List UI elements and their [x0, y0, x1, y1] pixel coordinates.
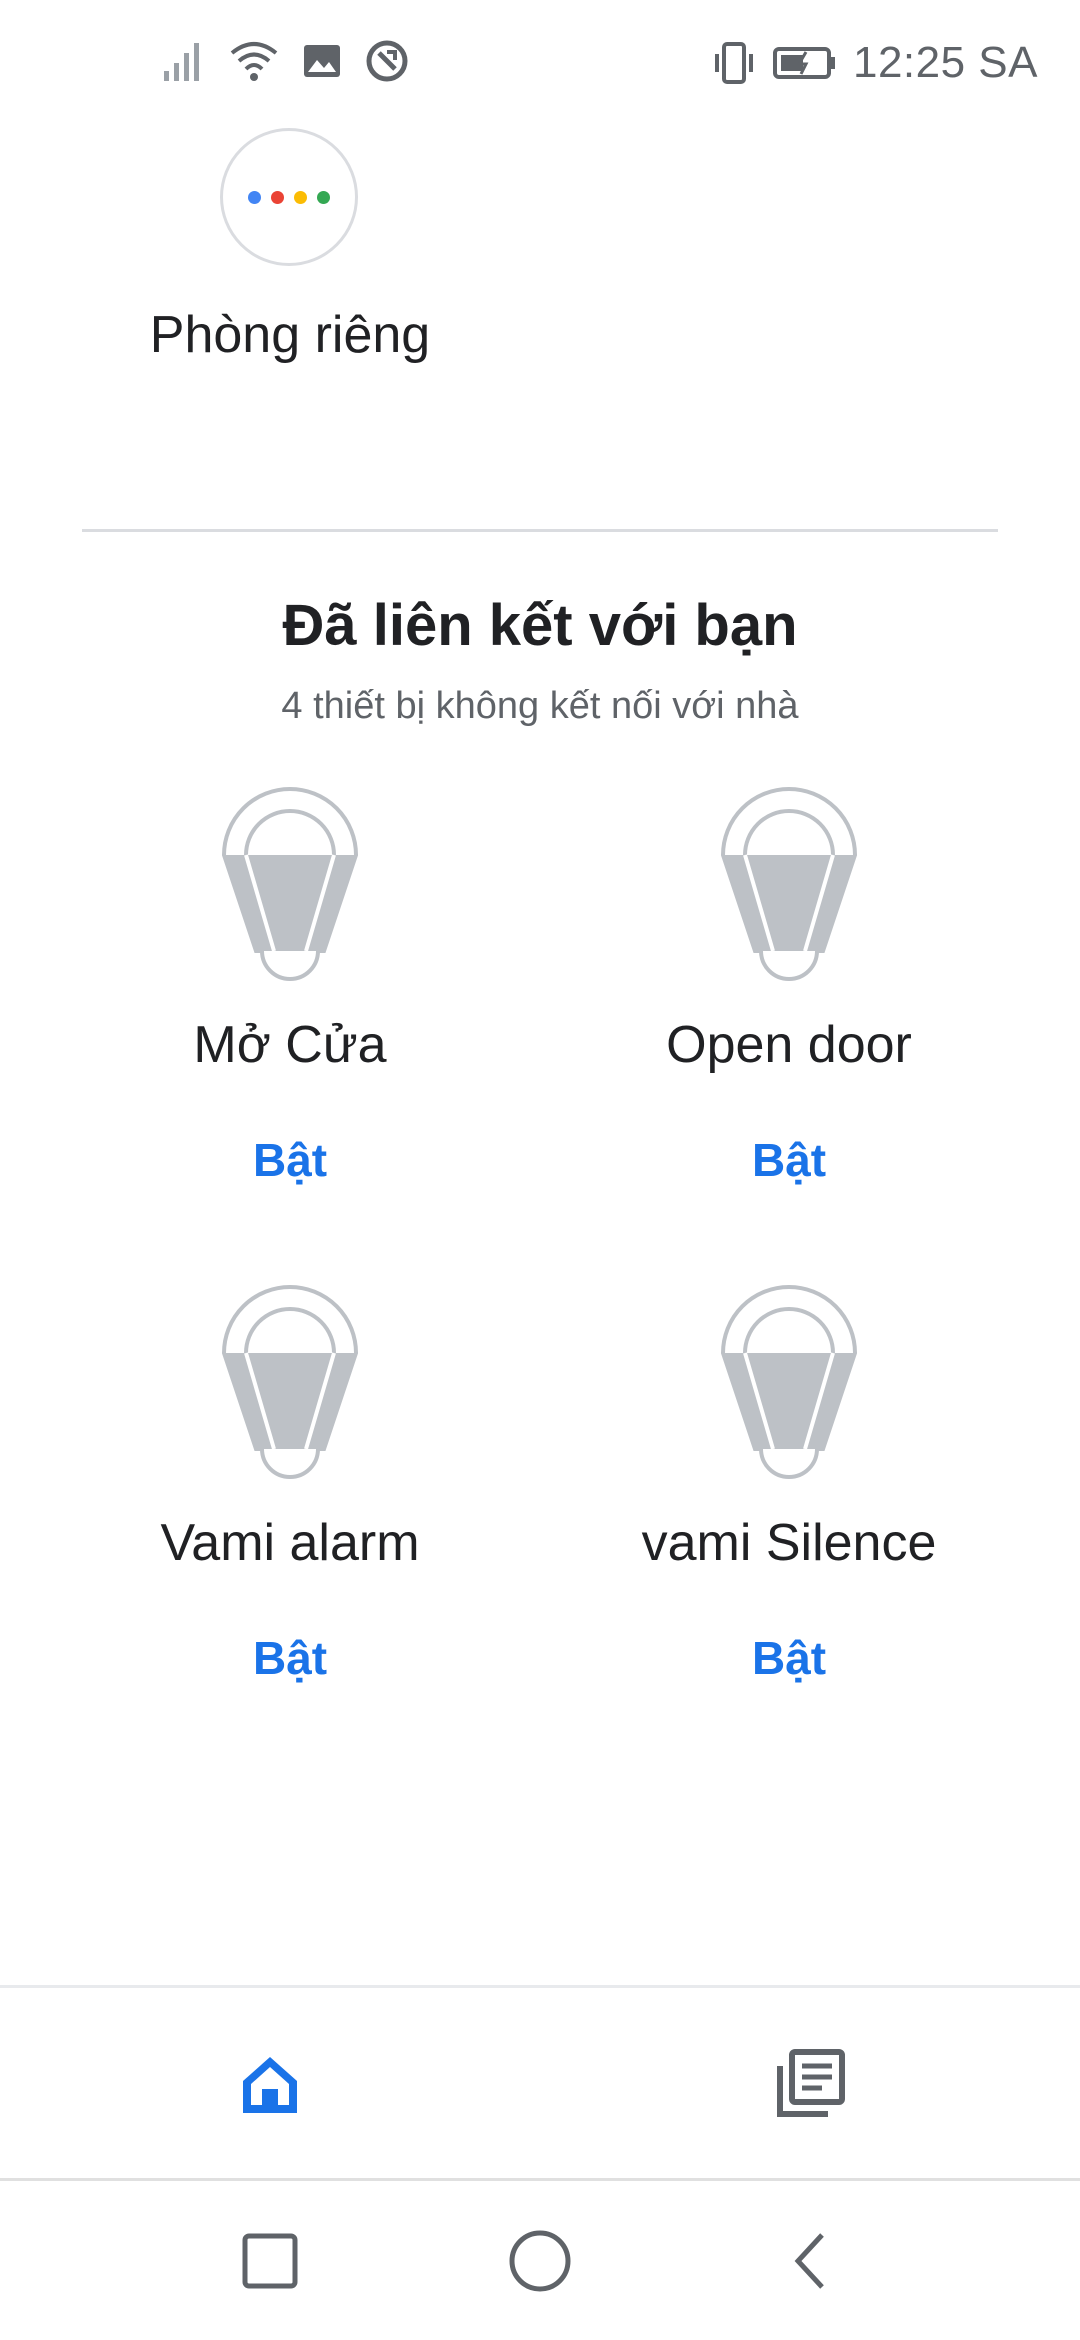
- device-name: Vami alarm: [160, 1514, 420, 1572]
- room-label: Phòng riêng: [149, 306, 431, 364]
- wifi-icon: [230, 42, 278, 81]
- linked-section-subtitle: 4 thiết bị không kết nối với nhà: [281, 685, 799, 727]
- battery-icon: [772, 47, 835, 79]
- home-system-button[interactable]: [460, 2181, 620, 2340]
- feed-icon: [777, 2049, 845, 2117]
- bulb-icon: [720, 787, 858, 981]
- device-name: Mở Cửa: [193, 1016, 387, 1074]
- turn-on-button[interactable]: Bật: [50, 1631, 530, 1685]
- status-bar: 12:25 SA: [0, 0, 1080, 135]
- sync-icon: [366, 40, 408, 82]
- dot-blue: [248, 190, 261, 204]
- turn-on-button[interactable]: Bật: [549, 1631, 1029, 1685]
- bulb-icon: [221, 787, 359, 981]
- room-avatar[interactable]: [220, 128, 358, 266]
- tab-home[interactable]: [0, 1988, 540, 2180]
- device-name: vami Silence: [641, 1514, 937, 1572]
- status-left-icons: [160, 38, 410, 84]
- dot-red: [271, 190, 284, 204]
- recents-button[interactable]: [190, 2181, 350, 2340]
- device-card[interactable]: vami Silence Bật: [549, 1283, 1029, 1713]
- status-time: 12:25 SA: [852, 38, 1038, 87]
- bottom-nav: [0, 1985, 1080, 2180]
- image-icon: [304, 45, 340, 77]
- status-right-icons: 12:25 SA: [711, 38, 1038, 88]
- linked-section-title: Đã liên kết với bạn: [282, 593, 798, 658]
- circle-icon: [509, 2230, 571, 2291]
- device-card[interactable]: Vami alarm Bật: [50, 1283, 530, 1713]
- system-navigation-bar: [0, 2178, 1080, 2340]
- square-icon: [242, 2233, 298, 2288]
- turn-on-button[interactable]: Bật: [50, 1133, 530, 1187]
- bulb-icon: [720, 1285, 858, 1479]
- section-divider: [82, 529, 998, 532]
- dot-green: [317, 190, 330, 204]
- signal-icon: [164, 43, 199, 81]
- back-chevron-icon: [794, 2232, 824, 2289]
- bulb-icon: [221, 1285, 359, 1479]
- dot-yellow: [294, 190, 307, 204]
- vibrate-icon: [714, 42, 753, 84]
- home-icon: [243, 2057, 297, 2113]
- device-name: Open door: [666, 1016, 912, 1074]
- device-card[interactable]: Open door Bật: [549, 785, 1029, 1215]
- device-card[interactable]: Mở Cửa Bật: [50, 785, 530, 1215]
- tab-feed[interactable]: [540, 1988, 1080, 2180]
- back-button[interactable]: [730, 2181, 890, 2340]
- turn-on-button[interactable]: Bật: [549, 1133, 1029, 1187]
